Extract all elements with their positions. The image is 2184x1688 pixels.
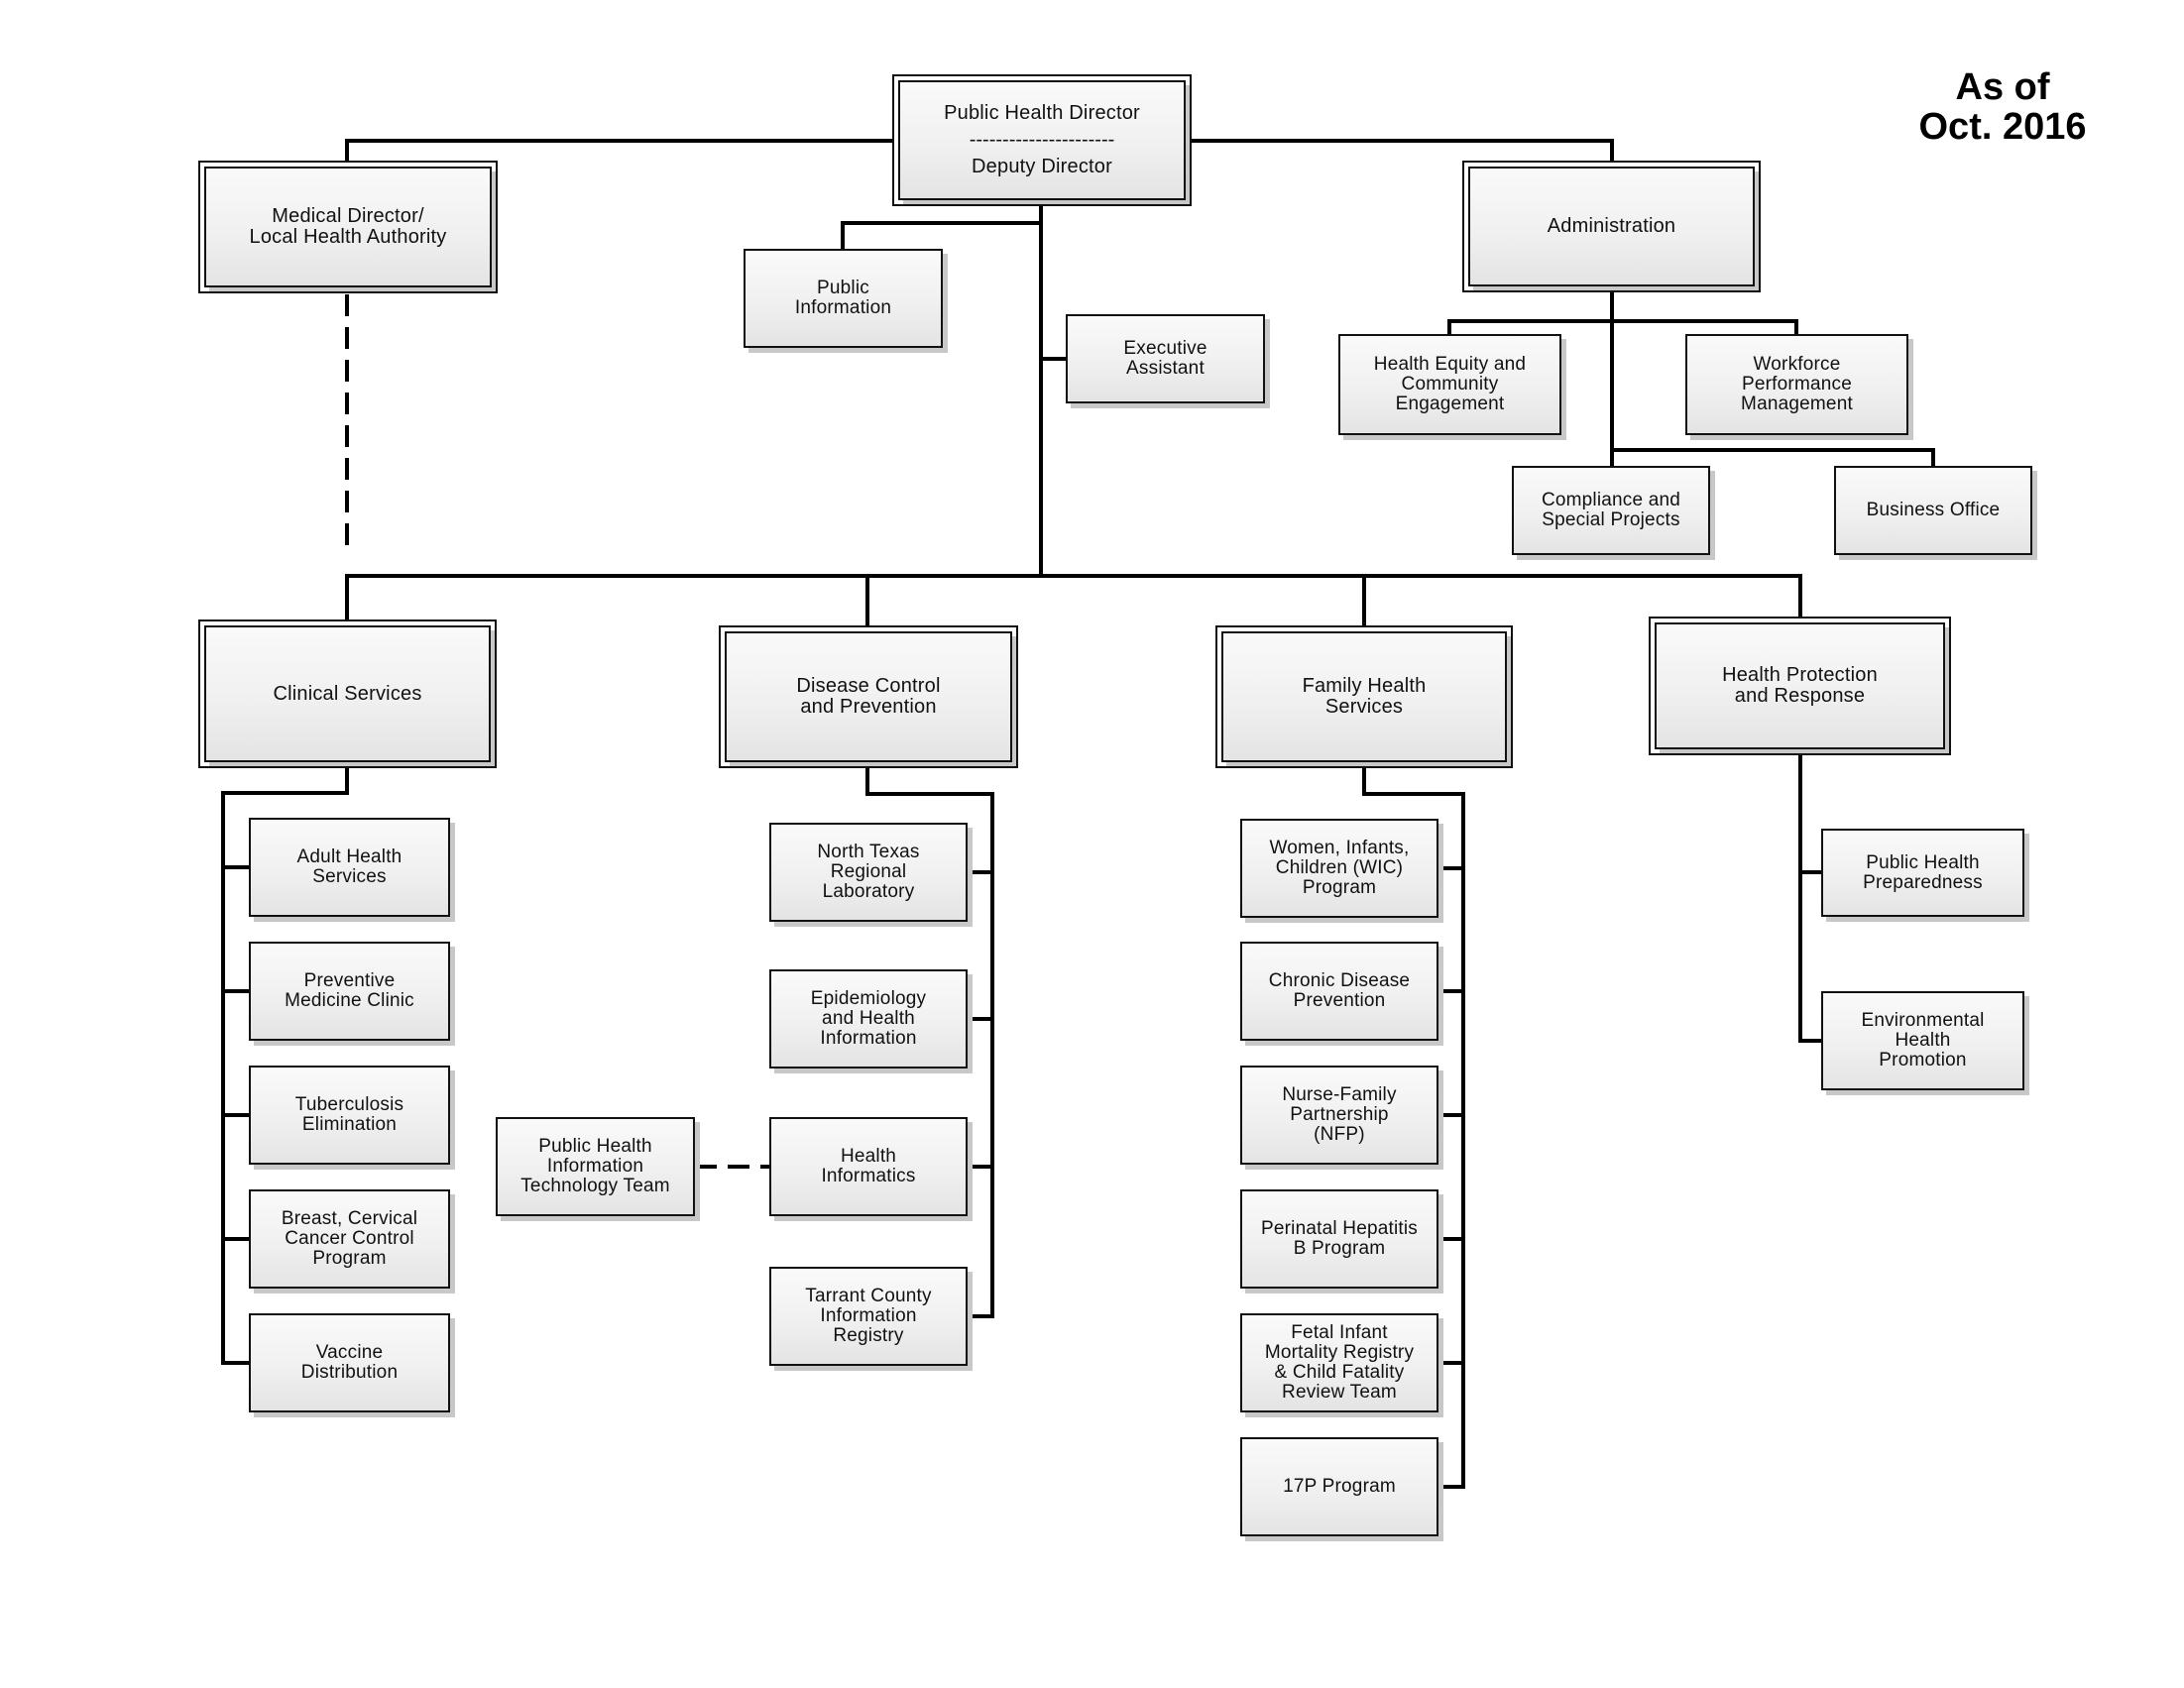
- division-label: Disease Control and Prevention: [796, 675, 941, 718]
- box-unit[interactable]: Fetal Infant Mortality Registry & Child …: [1240, 1313, 1438, 1412]
- box-division-clinical-services[interactable]: Clinical Services: [198, 619, 497, 768]
- box-unit[interactable]: Tarrant County Information Registry: [769, 1267, 968, 1366]
- connector-public-information: [841, 221, 1043, 251]
- box-unit[interactable]: 17P Program: [1240, 1437, 1438, 1536]
- box-label: Fetal Infant Mortality Registry & Child …: [1264, 1322, 1415, 1403]
- box-business-office[interactable]: Business Office: [1834, 466, 2032, 555]
- as-of-date: As of Oct. 2016: [1918, 66, 2087, 148]
- box-label: Public Information: [794, 278, 892, 318]
- box-label: Tuberculosis Elimination: [294, 1094, 404, 1135]
- connector-admin-row1: [1447, 319, 1798, 336]
- director-separator: ----------------------: [969, 129, 1115, 151]
- box-unit[interactable]: Women, Infants, Children (WIC) Program: [1240, 819, 1438, 918]
- division-label: Clinical Services: [273, 682, 422, 705]
- box-unit[interactable]: Chronic Disease Prevention: [1240, 942, 1438, 1041]
- box-unit[interactable]: Tuberculosis Elimination: [249, 1066, 450, 1165]
- box-label: Adult Health Services: [296, 846, 402, 887]
- box-unit[interactable]: Public Health Preparedness: [1821, 829, 2024, 917]
- deputy-director-title: Deputy Director: [972, 156, 1112, 177]
- box-unit[interactable]: Breast, Cervical Cancer Control Program: [249, 1189, 450, 1289]
- box-executive-assistant[interactable]: Executive Assistant: [1066, 314, 1265, 403]
- box-unit[interactable]: North Texas Regional Laboratory: [769, 823, 968, 922]
- box-label: 17P Program: [1283, 1476, 1396, 1497]
- box-unit[interactable]: Adult Health Services: [249, 818, 450, 917]
- box-division-disease-control[interactable]: Disease Control and Prevention: [719, 625, 1018, 768]
- box-division-family-health[interactable]: Family Health Services: [1215, 625, 1513, 768]
- box-label: Medical Director/ Local Health Authority: [249, 205, 447, 248]
- box-public-health-director[interactable]: Public Health Director -----------------…: [892, 74, 1192, 206]
- box-compliance-special-projects[interactable]: Compliance and Special Projects: [1512, 466, 1710, 555]
- box-label: Executive Assistant: [1123, 338, 1207, 379]
- box-label: Perinatal Hepatitis B Program: [1261, 1218, 1418, 1259]
- division-label: Family Health Services: [1302, 675, 1427, 718]
- box-administration[interactable]: Administration: [1462, 161, 1761, 292]
- box-label: Chronic Disease Prevention: [1268, 970, 1411, 1011]
- box-unit[interactable]: Epidemiology and Health Information: [769, 969, 968, 1069]
- box-label: Women, Infants, Children (WIC) Program: [1269, 838, 1410, 898]
- box-label: Administration: [1547, 215, 1676, 237]
- division-label: Health Protection and Response: [1722, 664, 1878, 707]
- box-label: Environmental Health Promotion: [1861, 1010, 1985, 1070]
- connector-director-admin: [1190, 139, 1614, 163]
- box-label: Business Office: [1866, 500, 2001, 520]
- box-label: Public Health Information Technology Tea…: [520, 1136, 670, 1196]
- box-label: Breast, Cervical Cancer Control Program: [281, 1208, 418, 1269]
- box-label: Health Equity and Community Engagement: [1373, 354, 1527, 414]
- box-label: North Texas Regional Laboratory: [817, 842, 920, 902]
- box-label: Epidemiology and Health Information: [810, 988, 927, 1049]
- box-workforce-performance[interactable]: Workforce Performance Management: [1685, 334, 1908, 435]
- box-label: Vaccine Distribution: [300, 1342, 399, 1383]
- box-label: Tarrant County Information Registry: [805, 1286, 932, 1346]
- box-unit[interactable]: Vaccine Distribution: [249, 1313, 450, 1412]
- box-unit[interactable]: Perinatal Hepatitis B Program: [1240, 1189, 1438, 1289]
- box-label: Workforce Performance Management: [1741, 354, 1853, 414]
- box-unit[interactable]: Health Informatics: [769, 1117, 968, 1216]
- box-medical-director[interactable]: Medical Director/ Local Health Authority: [198, 161, 498, 293]
- box-label: Preventive Medicine Clinic: [285, 970, 414, 1011]
- box-health-equity[interactable]: Health Equity and Community Engagement: [1338, 334, 1561, 435]
- box-public-information[interactable]: Public Information: [744, 249, 943, 348]
- box-unit[interactable]: Preventive Medicine Clinic: [249, 942, 450, 1041]
- connector-admin-row2: [1610, 448, 1935, 468]
- box-unit[interactable]: Nurse-Family Partnership (NFP): [1240, 1066, 1438, 1165]
- box-label: Health Informatics: [821, 1146, 916, 1186]
- box-label: Public Health Preparedness: [1863, 851, 1983, 893]
- box-public-health-it-team[interactable]: Public Health Information Technology Tea…: [496, 1117, 695, 1216]
- director-title: Public Health Director: [944, 102, 1140, 124]
- box-label: Nurse-Family Partnership (NFP): [1282, 1084, 1397, 1145]
- box-label: Compliance and Special Projects: [1541, 490, 1681, 530]
- box-division-health-protection[interactable]: Health Protection and Response: [1649, 617, 1951, 755]
- box-unit[interactable]: Environmental Health Promotion: [1821, 991, 2024, 1090]
